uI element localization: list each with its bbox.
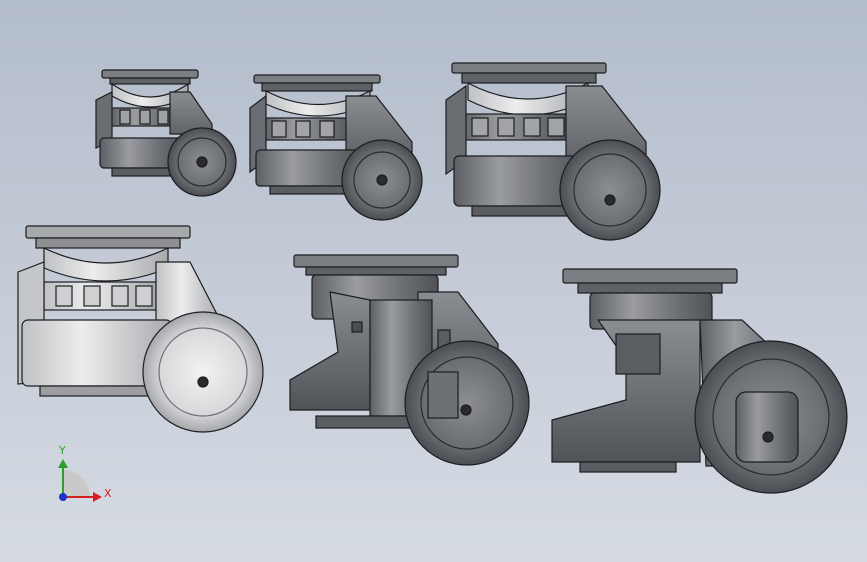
mounting-plate [101, 69, 199, 79]
caster-model[interactable] [95, 69, 237, 197]
mounting-plate [253, 74, 381, 84]
mounting-plate [562, 268, 738, 284]
mounting-plate [293, 254, 459, 268]
caster-wheel [142, 311, 264, 433]
caster-model[interactable] [289, 254, 530, 466]
axis-triad: Y X [58, 444, 112, 502]
x-axis-arrow [93, 492, 102, 502]
triad-xy-plane [63, 470, 90, 497]
y-axis-arrow [58, 459, 68, 468]
caster-model[interactable] [17, 225, 264, 433]
caster-model[interactable] [445, 62, 661, 241]
mounting-plate [25, 225, 191, 239]
mounting-plate [451, 62, 607, 74]
caster-wheel [404, 340, 530, 466]
x-axis-label: X [104, 487, 112, 500]
caster-model[interactable] [551, 268, 848, 494]
cad-viewport[interactable]: Y X [0, 0, 867, 562]
z-axis-dot [59, 493, 67, 501]
caster-model[interactable] [249, 74, 423, 221]
caster-wheel [559, 139, 661, 241]
y-axis-label: Y [58, 444, 66, 457]
